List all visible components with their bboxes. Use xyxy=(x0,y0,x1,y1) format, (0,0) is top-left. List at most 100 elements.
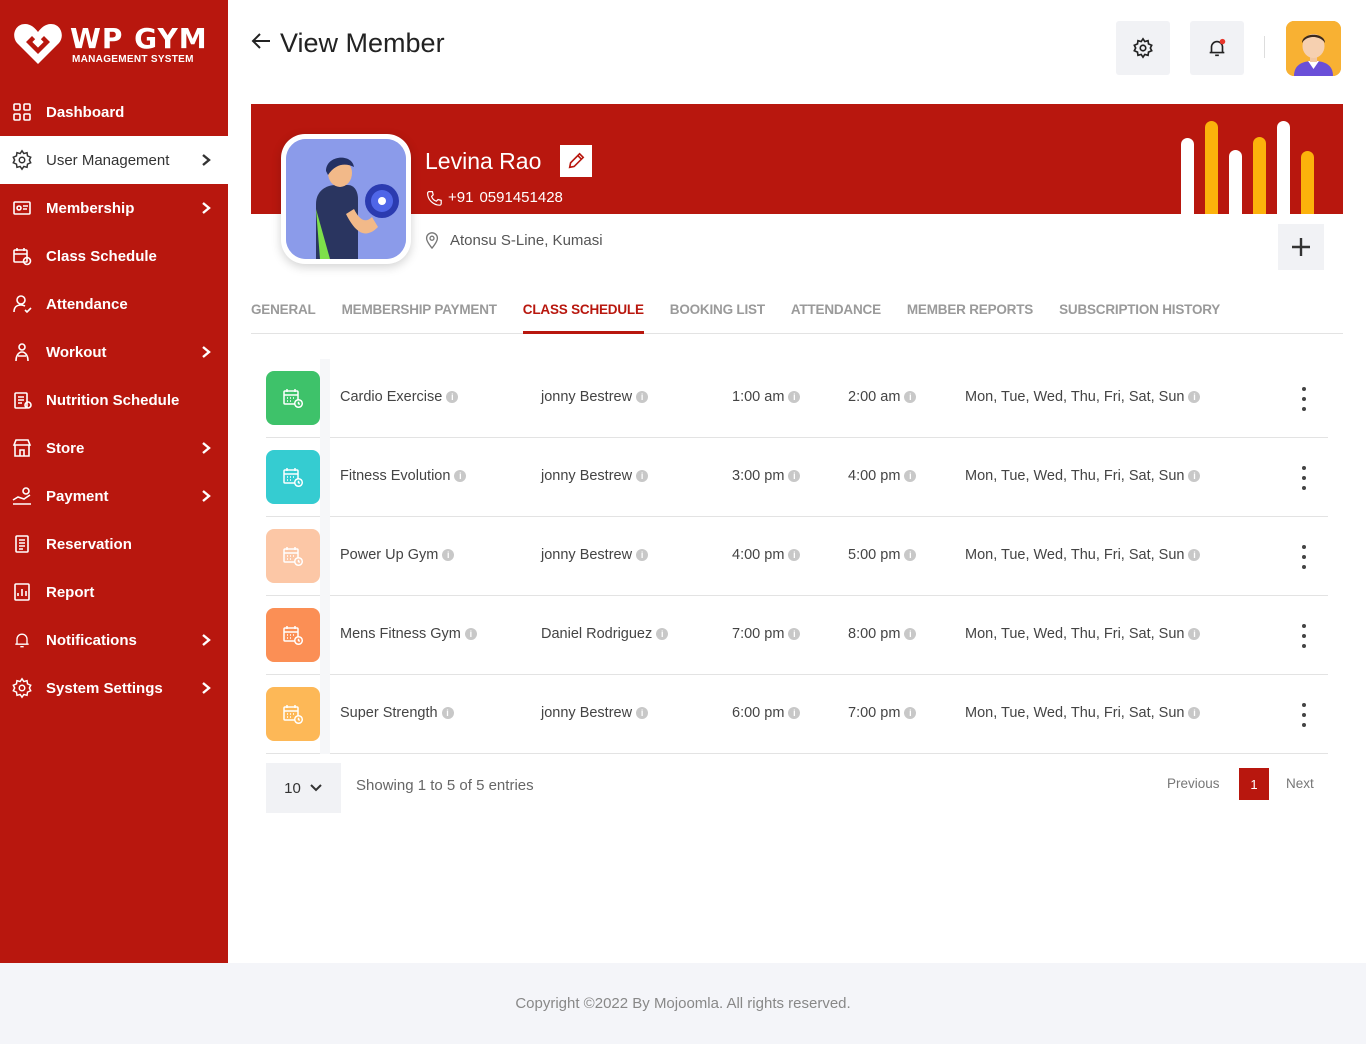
table-row: Power Up Gym i jonny Bestrew i 4:00 pm i 5:00 … xyxy=(266,517,1328,596)
member-address: Atonsu S-Line, Kumasi xyxy=(424,231,603,249)
tab-class-schedule[interactable]: CLASS SCHEDULE xyxy=(522,296,644,334)
tab-booking-list[interactable]: BOOKING LIST xyxy=(670,296,765,334)
heart-logo-icon xyxy=(12,20,64,68)
class-days-text: Mon, Tue, Wed, Thu, Fri, Sat, Sun xyxy=(965,626,1185,642)
sidebar-item-label: Reservation xyxy=(46,535,132,553)
info-icon[interactable]: i xyxy=(446,391,459,403)
info-icon[interactable]: i xyxy=(788,628,801,640)
payment-icon xyxy=(11,485,33,507)
previous-page-button[interactable]: Previous xyxy=(1167,776,1220,791)
sidebar-item-report[interactable]: Report xyxy=(0,568,228,616)
info-icon[interactable]: i xyxy=(904,470,917,482)
info-icon[interactable]: i xyxy=(636,549,649,561)
info-icon[interactable]: i xyxy=(1188,470,1201,482)
info-icon[interactable]: i xyxy=(464,628,477,640)
info-icon[interactable]: i xyxy=(788,707,801,719)
copyright-text: Copyright ©2022 By Mojoomla. All rights … xyxy=(515,995,851,1012)
sidebar-item-reservation[interactable]: Reservation xyxy=(0,520,228,568)
page-size-select[interactable]: 10 xyxy=(266,763,341,813)
tab-membership-payment[interactable]: MEMBERSHIP PAYMENT xyxy=(342,296,497,334)
users-gear-icon xyxy=(11,149,33,171)
info-icon[interactable]: i xyxy=(904,707,917,719)
start-time: 4:00 pm i xyxy=(732,547,801,563)
info-icon[interactable]: i xyxy=(442,549,455,561)
info-icon[interactable]: i xyxy=(1188,391,1201,403)
phone-code: +91 xyxy=(448,189,474,206)
settings-button[interactable] xyxy=(1116,21,1170,75)
trainer-name: Daniel Rodriguez i xyxy=(541,626,669,642)
info-icon[interactable]: i xyxy=(636,391,649,403)
chevron-right-icon xyxy=(200,153,212,167)
sidebar-item-user-management[interactable]: User Management xyxy=(0,136,228,184)
notifications-button[interactable] xyxy=(1190,21,1244,75)
trainer-name: jonny Bestrew i xyxy=(541,547,649,563)
sidebar-item-store[interactable]: Store xyxy=(0,424,228,472)
brand-logo[interactable]: WP GYM MANAGEMENT SYSTEM xyxy=(0,0,228,88)
info-icon[interactable]: i xyxy=(454,470,467,482)
info-icon[interactable]: i xyxy=(788,470,801,482)
page-1-button[interactable]: 1 xyxy=(1239,768,1269,800)
add-button[interactable] xyxy=(1278,224,1324,270)
info-icon[interactable]: i xyxy=(904,549,917,561)
calendar-clock-icon xyxy=(266,450,320,504)
back-arrow-icon[interactable] xyxy=(250,28,272,59)
info-icon[interactable]: i xyxy=(788,391,801,403)
tab-subscription-history[interactable]: SUBSCRIPTION HISTORY xyxy=(1059,296,1220,334)
decor-bar xyxy=(1301,151,1314,214)
sidebar-item-label: User Management xyxy=(46,151,170,169)
trainer-name-text: Daniel Rodriguez xyxy=(541,626,653,642)
sidebar-item-nutrition-schedule[interactable]: Nutrition Schedule xyxy=(0,376,228,424)
info-icon[interactable]: i xyxy=(1188,707,1201,719)
sidebar-item-membership[interactable]: Membership xyxy=(0,184,228,232)
sidebar-item-workout[interactable]: Workout xyxy=(0,328,228,376)
sidebar-item-payment[interactable]: Payment xyxy=(0,472,228,520)
sidebar-item-attendance[interactable]: Attendance xyxy=(0,280,228,328)
class-name: Mens Fitness Gym i xyxy=(340,626,477,642)
table-row: Super Strength i jonny Bestrew i 6:00 pm i 7:0… xyxy=(266,675,1328,754)
next-page-button[interactable]: Next xyxy=(1286,776,1314,791)
tab-member-reports[interactable]: MEMBER REPORTS xyxy=(907,296,1033,334)
info-icon[interactable]: i xyxy=(1188,549,1201,561)
chevron-right-icon xyxy=(200,441,212,455)
decor-bar xyxy=(1229,150,1242,214)
trainer-name-text: jonny Bestrew xyxy=(541,547,633,563)
sidebar-item-system-settings[interactable]: System Settings xyxy=(0,664,228,712)
chevron-down-icon xyxy=(310,784,322,792)
info-icon[interactable]: i xyxy=(636,470,649,482)
trainer-name: jonny Bestrew i xyxy=(541,468,649,484)
sidebar-item-notifications[interactable]: Notifications xyxy=(0,616,228,664)
decor-bar xyxy=(1205,121,1218,214)
more-options-icon[interactable] xyxy=(1299,624,1309,648)
user-avatar[interactable] xyxy=(1286,21,1341,76)
info-icon[interactable]: i xyxy=(904,391,917,403)
tab-general[interactable]: GENERAL xyxy=(251,296,316,334)
info-icon[interactable]: i xyxy=(904,628,917,640)
class-days: Mon, Tue, Wed, Thu, Fri, Sat, Sun i xyxy=(965,389,1201,405)
decor-bar xyxy=(1181,138,1194,214)
sidebar-item-class-schedule[interactable]: Class Schedule xyxy=(0,232,228,280)
info-icon[interactable]: i xyxy=(1188,628,1201,640)
class-days: Mon, Tue, Wed, Thu, Fri, Sat, Sun i xyxy=(965,626,1201,642)
tab-attendance[interactable]: ATTENDANCE xyxy=(791,296,881,334)
more-options-icon[interactable] xyxy=(1299,466,1309,490)
class-name-text: Fitness Evolution xyxy=(340,468,451,484)
row-divider xyxy=(320,517,330,596)
end-time-text: 5:00 pm xyxy=(848,547,901,563)
info-icon[interactable]: i xyxy=(788,549,801,561)
start-time-text: 3:00 pm xyxy=(732,468,785,484)
more-options-icon[interactable] xyxy=(1299,387,1309,411)
more-options-icon[interactable] xyxy=(1299,703,1309,727)
info-icon[interactable]: i xyxy=(441,707,454,719)
gear-icon xyxy=(1133,37,1153,59)
sidebar-item-label: Payment xyxy=(46,487,109,505)
trainer-name-text: jonny Bestrew xyxy=(541,705,633,721)
more-options-icon[interactable] xyxy=(1299,545,1309,569)
chevron-right-icon xyxy=(200,681,212,695)
member-name: Levina Rao xyxy=(425,148,542,174)
info-icon[interactable]: i xyxy=(656,628,669,640)
end-time: 5:00 pm i xyxy=(848,547,917,563)
sidebar-item-dashboard[interactable]: Dashboard xyxy=(0,88,228,136)
edit-member-button[interactable] xyxy=(560,145,592,177)
row-divider xyxy=(320,675,330,754)
info-icon[interactable]: i xyxy=(636,707,649,719)
